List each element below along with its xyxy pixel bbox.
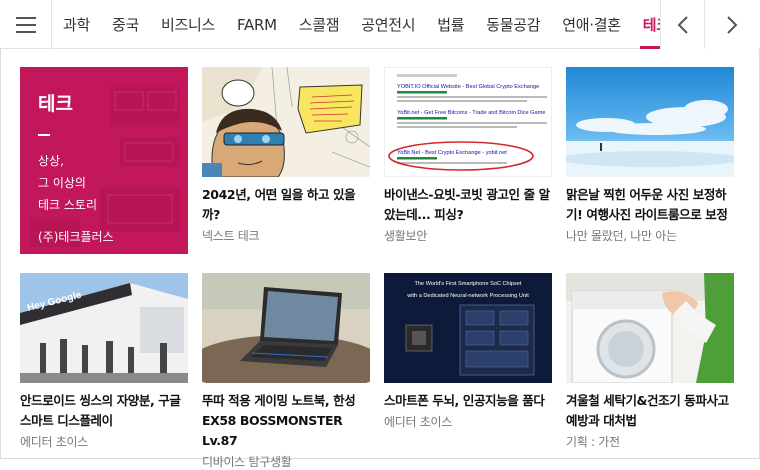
article-thumbnail: The World's First Smartphone SoC Chipset… <box>384 273 552 383</box>
article-thumbnail <box>566 67 734 177</box>
promo-divider <box>38 134 50 136</box>
tab-performance[interactable]: 공연전시 <box>350 0 426 49</box>
tab-scholarjam[interactable]: 스콜잼 <box>288 0 351 49</box>
tab-science[interactable]: 과학 <box>52 0 101 49</box>
ad-link-3: YoBit.Net - Best Crypto Exchange - yobit… <box>397 150 507 156</box>
article-thumbnail: Hey Google <box>20 273 188 383</box>
prev-arrow-button[interactable] <box>660 0 704 49</box>
ad-link-2: YoBit.net - Get Free Bitcoins - Trade an… <box>397 110 545 116</box>
article-title[interactable]: 안드로이드 씽스의 자양분, 구글 스마트 디스플레이 <box>20 391 188 431</box>
article-source: 에디터 초이스 <box>20 435 88 449</box>
article-title[interactable]: 뚜따 적용 게이밍 노트북, 한성 EX58 BOSSMONSTER Lv.87 <box>202 391 370 451</box>
category-tabs: 과학 중국 비즈니스 FARM 스콜잼 공연전시 법률 동물공감 연애·결혼 테… <box>52 0 681 49</box>
washing-machine-photo <box>566 273 734 383</box>
article-title[interactable]: 바이낸스-요빗-코빗 광고인 줄 알았는데... 피싱? <box>384 185 552 225</box>
promo-tagline-1: 상상, <box>38 154 64 168</box>
tab-dating[interactable]: 연애·결혼 <box>551 0 631 49</box>
article-thumbnail: YOBIT.IO Official Website - Best Global … <box>384 67 552 177</box>
next-arrow-button[interactable] <box>704 0 758 49</box>
promo-tagline-2: 그 이상의 <box>38 176 86 190</box>
article-source: 넥스트 테크 <box>202 229 260 243</box>
article-card[interactable]: Hey Google 안드로이드 씽스의 자양분, 구글 스마트 디스플레이 에… <box>20 273 188 450</box>
tab-business[interactable]: 비즈니스 <box>150 0 226 49</box>
article-card[interactable]: The World's First Smartphone SoC Chipset… <box>384 273 552 430</box>
cartoon-illustration <box>202 67 370 177</box>
article-title[interactable]: 맑은날 찍힌 어두운 사진 보정하기! 여행사진 라이트룸으로 보정 <box>566 185 734 225</box>
article-title[interactable]: 2042년, 어떤 일을 하고 있을까? <box>202 185 370 225</box>
slide-subtitle: with a Dedicated Neural-network Processi… <box>406 293 529 299</box>
chevron-left-icon <box>677 15 688 34</box>
laptop-photo <box>202 273 370 383</box>
ad-link-1: YOBIT.IO Official Website - Best Global … <box>397 84 539 90</box>
article-source: 생활보안 <box>384 229 427 243</box>
article-thumbnail <box>202 273 370 383</box>
chipset-slide: The World's First Smartphone SoC Chipset… <box>384 273 552 383</box>
booth-photo: Hey Google <box>20 273 188 383</box>
tab-china[interactable]: 중국 <box>101 0 150 49</box>
tab-farm[interactable]: FARM <box>226 0 288 49</box>
article-source: 에디터 초이스 <box>384 415 452 429</box>
article-thumbnail <box>202 67 370 177</box>
article-card[interactable]: 뚜따 적용 게이밍 노트북, 한성 EX58 BOSSMONSTER Lv.87… <box>202 273 370 470</box>
promo-company: (주)테크플러스 <box>38 230 114 244</box>
article-title[interactable]: 겨울철 세탁기&건조기 동파사고 예방과 대처법 <box>566 391 734 431</box>
article-thumbnail <box>566 273 734 383</box>
promo-tagline-3: 테크 스토리 <box>38 198 98 212</box>
article-source: 기획 : 가전 <box>566 435 620 449</box>
promo-title: 테크 <box>38 93 73 115</box>
article-source: 나만 몰랐던, 나만 아는 <box>566 229 677 243</box>
slide-title: The World's First Smartphone SoC Chipset <box>415 281 522 287</box>
article-card[interactable]: YOBIT.IO Official Website - Best Global … <box>384 67 552 244</box>
category-nav: 과학 중국 비즈니스 FARM 스콜잼 공연전시 법률 동물공감 연애·결혼 테… <box>0 0 760 49</box>
article-card[interactable]: 겨울철 세탁기&건조기 동파사고 예방과 대처법 기획 : 가전 <box>566 273 734 450</box>
chevron-right-icon <box>726 15 737 34</box>
article-source: 디바이스 탐구생활 <box>202 455 292 469</box>
menu-icon[interactable] <box>0 0 52 49</box>
article-title[interactable]: 스마트폰 두뇌, 인공지능을 품다 <box>384 391 552 411</box>
article-card[interactable]: 맑은날 찍힌 어두운 사진 보정하기! 여행사진 라이트룸으로 보정 나만 몰랐… <box>566 67 734 244</box>
sky-photo <box>566 67 734 177</box>
search-results-screenshot: YOBIT.IO Official Website - Best Global … <box>385 68 551 176</box>
article-card[interactable]: 2042년, 어떤 일을 하고 있을까? 넥스트 테크 <box>202 67 370 244</box>
tab-law[interactable]: 법률 <box>426 0 475 49</box>
tab-animals[interactable]: 동물공감 <box>475 0 551 49</box>
channel-promo-card[interactable]: 테크 상상, 그 이상의 테크 스토리 (주)테크플러스 <box>20 67 188 254</box>
